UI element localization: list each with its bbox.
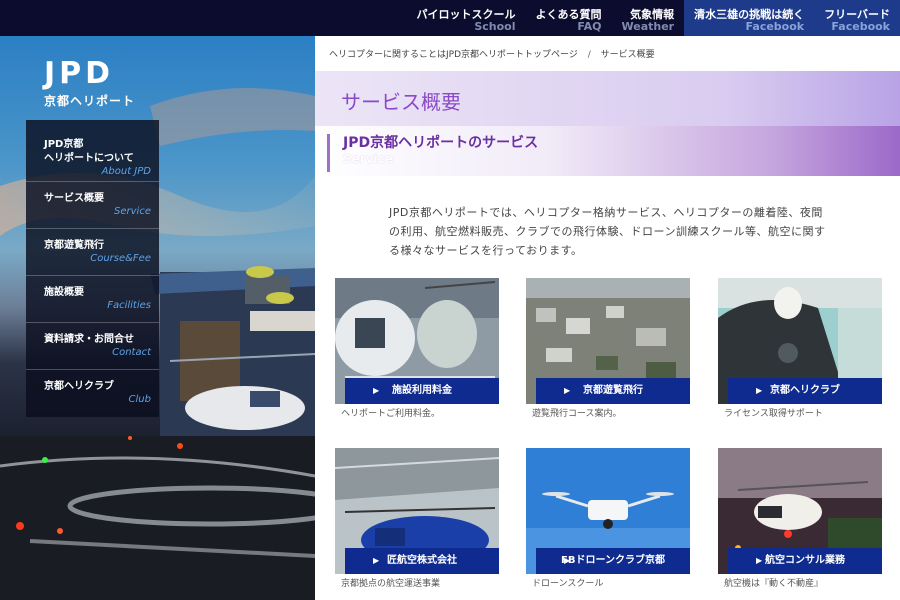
takumi-aviation-button-label: 匠航空株式会社 (387, 555, 457, 566)
topnav-weather[interactable]: 気象情報 Weather (612, 0, 685, 36)
topnav-faq[interactable]: よくある質問 FAQ (526, 0, 612, 36)
sightseeing-button-label: 京都遊覧飛行 (583, 385, 643, 396)
section-heading: JPD京都ヘリポートのサービス Service (315, 126, 900, 176)
sidenav-club[interactable]: 京都ヘリクラブ Club (26, 370, 159, 417)
topnav-school[interactable]: パイロットスクール School (407, 0, 526, 36)
takumi-aviation-button[interactable]: ▶ 匠航空株式会社 (345, 548, 499, 574)
heli-club-button[interactable]: ▶ 京都ヘリクラブ (728, 378, 882, 404)
sidenav-about[interactable]: JPD京都 ヘリポートについて About JPD (26, 120, 159, 182)
service-card-sightseeing: ▶ 京都遊覧飛行 遊覧飛行コース案内。 (526, 278, 690, 419)
drone-club-button[interactable]: ▶ FBドローンクラブ京都 (536, 548, 690, 574)
service-card-facility-fee: ▶ 施設利用料金 ヘリポートご利用料金。 (335, 278, 499, 419)
site-logo[interactable]: JPD 京都ヘリポート (44, 58, 135, 109)
hero-photo-panel: JPD 京都ヘリポート JPD京都 ヘリポートについて About JPD サー… (0, 36, 315, 600)
topnav-freebird-sublabel: Facebook (831, 20, 890, 33)
breadcrumb-separator: / (587, 50, 591, 60)
aviation-consulting-button-label: 航空コンサル業務 (765, 555, 845, 566)
arrow-right-icon: ▶ (373, 556, 380, 565)
top-nav: パイロットスクール School よくある質問 FAQ 気象情報 Weather… (407, 0, 900, 36)
arrow-right-icon: ▶ (564, 386, 571, 395)
heli-club-description: ライセンス取得サポート (724, 409, 823, 419)
topnav-freebird-facebook[interactable]: フリーバード Facebook (814, 0, 900, 36)
arrow-right-icon: ▶ (373, 386, 380, 395)
section-title: JPD京都ヘリポートのサービス (343, 135, 539, 151)
sidenav-service-label: サービス概要 (44, 193, 104, 204)
topnav-weather-sublabel: Weather (621, 20, 675, 33)
topnav-shimizu-sublabel: Facebook (745, 20, 805, 33)
page-title: サービス概要 (341, 90, 461, 114)
sidenav-facilities[interactable]: 施設概要 Facilities (26, 276, 159, 323)
logo-mark: JPD (44, 56, 115, 91)
sidenav-contact-label: 資料請求・お問合せ (44, 334, 134, 345)
logo-subtitle: 京都ヘリポート (44, 94, 136, 108)
service-card-takumi-aviation: ▶ 匠航空株式会社 京都拠点の航空運送事業 (335, 448, 499, 589)
breadcrumb: ヘリコプターに関することはJPD京都ヘリポートトップページ / サービス概要 (329, 47, 655, 60)
card-photo-sightseeing: ▶ 京都遊覧飛行 (526, 278, 690, 404)
section-accent-bar (327, 134, 330, 172)
sidenav-course[interactable]: 京都遊覧飛行 Course&Fee (26, 229, 159, 276)
sidenav-contact-sublabel: Contact (112, 347, 151, 358)
facility-fee-description: ヘリポートご利用料金。 (341, 409, 441, 419)
facility-fee-button-label: 施設利用料金 (392, 385, 452, 396)
sightseeing-description: 遊覧飛行コース案内。 (532, 409, 622, 419)
card-photo-facility-fee: ▶ 施設利用料金 (335, 278, 499, 404)
side-nav: JPD京都 ヘリポートについて About JPD サービス概要 Service… (26, 120, 159, 417)
service-card-aviation-consulting: ▶ 航空コンサル業務 航空機は『動く不動産』 (718, 448, 882, 589)
sidenav-club-sublabel: Club (128, 394, 151, 405)
card-photo-aviation-consulting: ▶ 航空コンサル業務 (718, 448, 882, 574)
page-title-bar: サービス概要 (315, 71, 900, 126)
topnav-faq-sublabel: FAQ (577, 20, 602, 33)
drone-club-button-label: FBドローンクラブ京都 (561, 555, 665, 566)
sidenav-club-label: 京都ヘリクラブ (44, 381, 114, 392)
service-card-heli-club: ▶ 京都ヘリクラブ ライセンス取得サポート (718, 278, 882, 419)
sidenav-service[interactable]: サービス概要 Service (26, 182, 159, 229)
sidenav-course-label: 京都遊覧飛行 (44, 240, 104, 251)
top-bar: パイロットスクール School よくある質問 FAQ 気象情報 Weather… (0, 0, 900, 36)
section-subtitle: Service (343, 152, 393, 166)
topnav-school-sublabel: School (474, 20, 516, 33)
heli-club-button-label: 京都ヘリクラブ (770, 385, 840, 396)
intro-text: JPD京都ヘリポートでは、ヘリコプター格納サービス、ヘリコプターの離着陸、夜間の… (389, 206, 826, 257)
drone-club-description: ドローンスクール (532, 579, 604, 589)
aviation-consulting-button[interactable]: ▶ 航空コンサル業務 (728, 548, 882, 574)
aviation-consulting-description: 航空機は『動く不動産』 (724, 579, 824, 589)
arrow-right-icon: ▶ (756, 556, 763, 565)
card-photo-drone-club: ▶ FBドローンクラブ京都 (526, 448, 690, 574)
sidenav-facilities-label: 施設概要 (44, 287, 84, 298)
sidenav-facilities-sublabel: Facilities (107, 300, 151, 311)
sidenav-course-sublabel: Course&Fee (90, 253, 151, 264)
card-photo-takumi-aviation: ▶ 匠航空株式会社 (335, 448, 499, 574)
facility-fee-button[interactable]: ▶ 施設利用料金 (345, 378, 499, 404)
sidenav-about-sublabel: About JPD (101, 166, 151, 177)
breadcrumb-current: サービス概要 (600, 50, 655, 60)
sidenav-about-label: JPD京都 ヘリポートについて (44, 139, 134, 164)
takumi-aviation-description: 京都拠点の航空運送事業 (341, 579, 441, 589)
arrow-right-icon: ▶ (756, 386, 763, 395)
sightseeing-button[interactable]: ▶ 京都遊覧飛行 (536, 378, 690, 404)
breadcrumb-home-link[interactable]: ヘリコプターに関することはJPD京都ヘリポートトップページ (329, 50, 578, 60)
topnav-shimizu-facebook[interactable]: 清水三雄の挑戦は続く Facebook (684, 0, 815, 36)
arrow-right-icon: ▶ (564, 556, 571, 565)
page: パイロットスクール School よくある質問 FAQ 気象情報 Weather… (0, 0, 900, 600)
service-card-drone-club: ▶ FBドローンクラブ京都 ドローンスクール (526, 448, 690, 589)
card-photo-heli-club: ▶ 京都ヘリクラブ (718, 278, 882, 404)
main-content: ヘリコプターに関することはJPD京都ヘリポートトップページ / サービス概要 サ… (315, 36, 900, 600)
sidenav-contact[interactable]: 資料請求・お問合せ Contact (26, 323, 159, 370)
sidenav-service-sublabel: Service (114, 206, 151, 217)
